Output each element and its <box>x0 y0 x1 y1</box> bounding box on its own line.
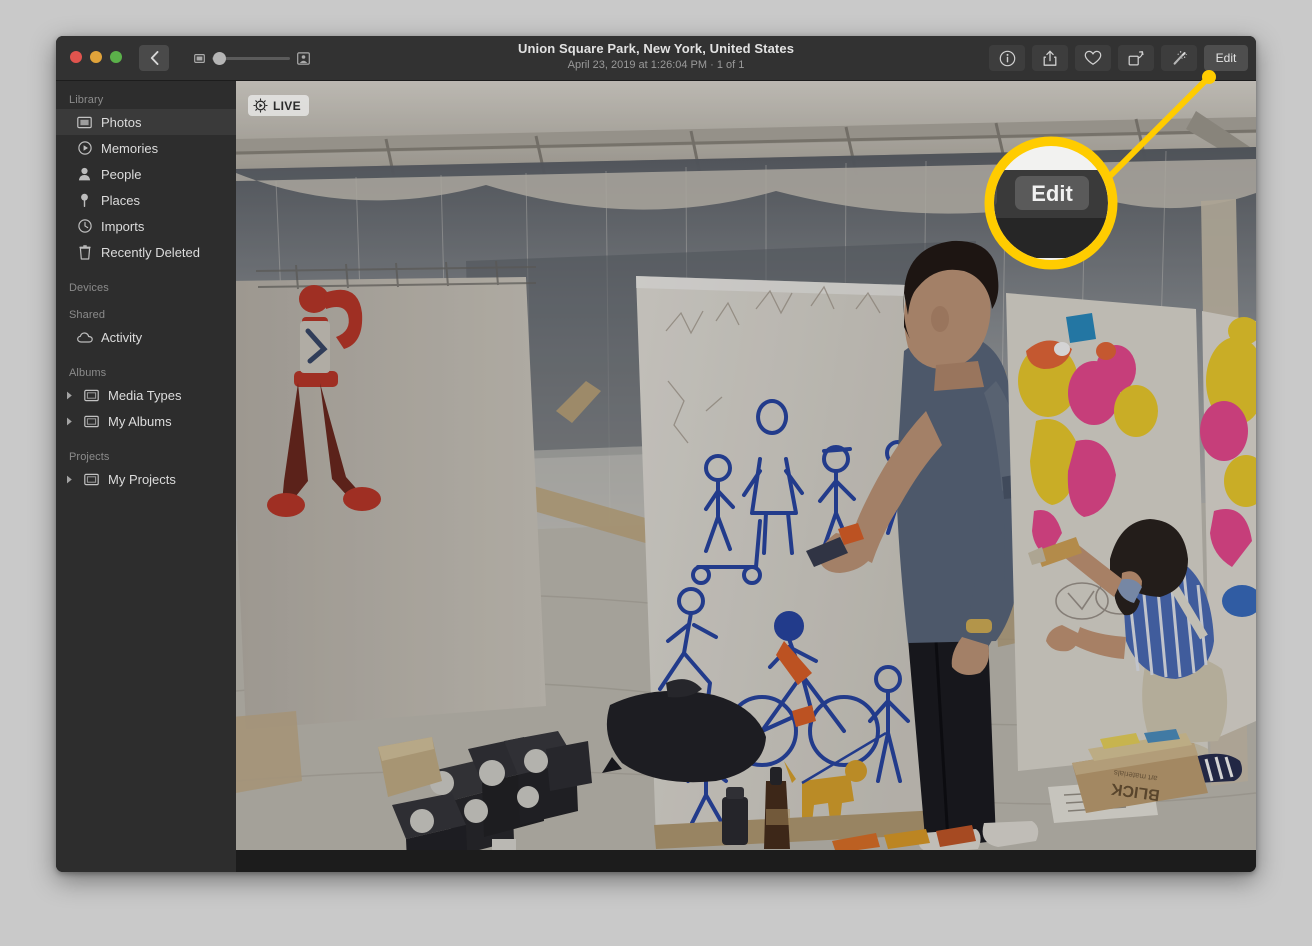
sidebar-item-label: My Projects <box>108 471 176 487</box>
share-button[interactable] <box>1032 45 1068 71</box>
sidebar-item-media-types[interactable]: Media Types <box>56 382 236 408</box>
photo-image: BLICK art materials LIVE <box>236 81 1256 850</box>
traffic-light-group <box>70 51 122 63</box>
magic-wand-icon <box>1173 50 1187 65</box>
live-badge-label: LIVE <box>273 98 301 113</box>
thumbnail-zoom-control[interactable] <box>194 52 310 65</box>
album-icon <box>83 389 100 402</box>
heart-icon <box>1084 50 1102 65</box>
rotate-icon <box>1128 50 1144 66</box>
favorite-button[interactable] <box>1075 45 1111 71</box>
sidebar-item-label: Activity <box>101 329 143 345</box>
share-icon <box>1043 50 1057 66</box>
sidebar-item-label: My Albums <box>108 413 172 429</box>
sidebar-item-people[interactable]: People <box>56 161 236 187</box>
edit-button[interactable]: Edit <box>1204 45 1248 71</box>
photo-content: BLICK art materials <box>236 81 1256 850</box>
info-icon <box>999 50 1015 66</box>
photos-app-window: Union Square Park, New York, United Stat… <box>56 36 1256 872</box>
sidebar-item-label: Photos <box>101 114 142 130</box>
live-photo-badge[interactable]: LIVE <box>248 95 309 116</box>
sidebar-header-library: Library <box>69 94 104 106</box>
sidebar-item-recently-deleted[interactable]: Recently Deleted <box>56 239 236 265</box>
sidebar-item-label: Places <box>101 192 141 208</box>
sidebar-item-places[interactable]: Places <box>56 187 236 213</box>
sidebar-item-photos[interactable]: Photos <box>56 109 236 135</box>
small-thumbnail-icon <box>194 53 205 64</box>
trash-icon <box>76 244 93 260</box>
sidebar-item-activity[interactable]: Activity <box>56 324 236 350</box>
sidebar-header-projects: Projects <box>69 451 110 463</box>
sidebar-item-label: Recently Deleted <box>101 244 200 260</box>
chevron-right-icon[interactable] <box>63 417 75 426</box>
photo-viewer[interactable]: BLICK art materials LIVE <box>236 81 1256 872</box>
places-pin-icon <box>76 193 93 208</box>
zoom-slider[interactable] <box>212 52 290 65</box>
sidebar-item-label: Media Types <box>108 387 182 403</box>
sidebar-item-my-projects[interactable]: My Projects <box>56 466 236 492</box>
sidebar-header-albums: Albums <box>69 367 107 379</box>
live-photo-icon <box>253 98 268 113</box>
chevron-right-icon[interactable] <box>63 391 75 400</box>
chevron-left-icon <box>150 51 158 65</box>
close-button[interactable] <box>70 51 82 63</box>
album-icon <box>83 415 100 428</box>
enhance-button[interactable] <box>1161 45 1197 71</box>
sidebar-item-label: Memories <box>101 140 159 156</box>
cloud-icon <box>76 331 93 343</box>
people-icon <box>76 167 93 181</box>
photos-icon <box>76 116 93 129</box>
window-body: Library Photos Memories People Places Im… <box>56 81 1256 872</box>
minimize-button[interactable] <box>90 51 102 63</box>
info-button[interactable] <box>989 45 1025 71</box>
sidebar-item-label: Imports <box>101 218 145 234</box>
sidebar-item-memories[interactable]: Memories <box>56 135 236 161</box>
edit-button-label: Edit <box>1215 51 1237 65</box>
zoom-button[interactable] <box>110 51 122 63</box>
album-icon <box>83 473 100 486</box>
zoom-slider-knob[interactable] <box>213 52 226 65</box>
large-thumbnail-icon <box>297 52 310 65</box>
sidebar: Library Photos Memories People Places Im… <box>56 81 236 872</box>
window-titlebar: Union Square Park, New York, United Stat… <box>56 36 1256 81</box>
chevron-right-icon[interactable] <box>63 475 75 484</box>
desktop-background: Union Square Park, New York, United Stat… <box>0 0 1312 946</box>
sidebar-item-label: People <box>101 166 142 182</box>
imports-clock-icon <box>76 219 93 233</box>
toolbar-right-group: Edit <box>989 45 1248 71</box>
sidebar-item-imports[interactable]: Imports <box>56 213 236 239</box>
back-button[interactable] <box>139 45 169 71</box>
memories-icon <box>76 141 93 155</box>
rotate-button[interactable] <box>1118 45 1154 71</box>
sidebar-header-shared: Shared <box>69 309 106 321</box>
sidebar-header-devices: Devices <box>69 282 109 294</box>
sidebar-item-my-albums[interactable]: My Albums <box>56 408 236 434</box>
